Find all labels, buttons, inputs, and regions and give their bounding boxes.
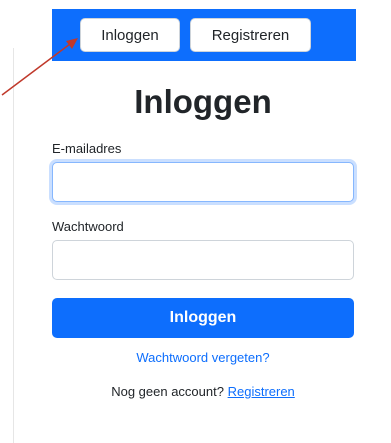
signup-prompt-text: Nog geen account?	[111, 384, 224, 399]
signup-prompt-line: Nog geen account? Registreren	[52, 384, 354, 399]
login-submit-button[interactable]: Inloggen	[52, 298, 354, 338]
signup-link[interactable]: Registreren	[228, 384, 295, 399]
password-field[interactable]	[52, 240, 354, 280]
left-divider	[13, 48, 14, 443]
forgot-password-link[interactable]: Wachtwoord vergeten?	[52, 350, 354, 365]
email-field[interactable]	[52, 162, 354, 202]
login-nav-button[interactable]: Inloggen	[80, 18, 180, 52]
email-label: E-mailadres	[52, 141, 122, 156]
password-label: Wachtwoord	[52, 219, 124, 234]
register-nav-button[interactable]: Registreren	[190, 18, 311, 52]
top-navbar: Inloggen Registreren	[52, 9, 356, 61]
page-title: Inloggen	[134, 83, 272, 120]
